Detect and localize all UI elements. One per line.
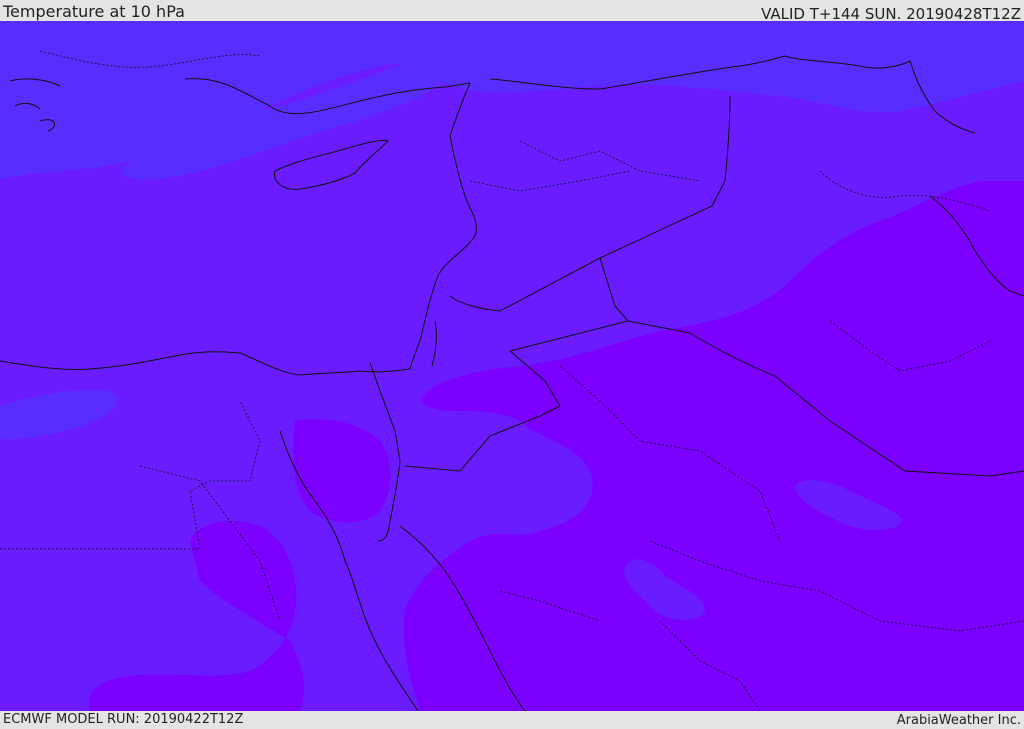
map-canvas[interactable] [0,21,1024,711]
footer-bar: ECMWF MODEL RUN: 20190422T12Z ArabiaWeat… [0,711,1024,729]
model-run: ECMWF MODEL RUN: 20190422T12Z [3,712,244,727]
credit: ArabiaWeather Inc. [896,713,1021,728]
map-title: Temperature at 10 hPa [3,2,185,21]
header-bar: Temperature at 10 hPa VALID T+144 SUN. 2… [0,0,1024,23]
weather-map[interactable] [0,21,1024,711]
valid-time: VALID T+144 SUN. 20190428T12Z [761,5,1021,23]
